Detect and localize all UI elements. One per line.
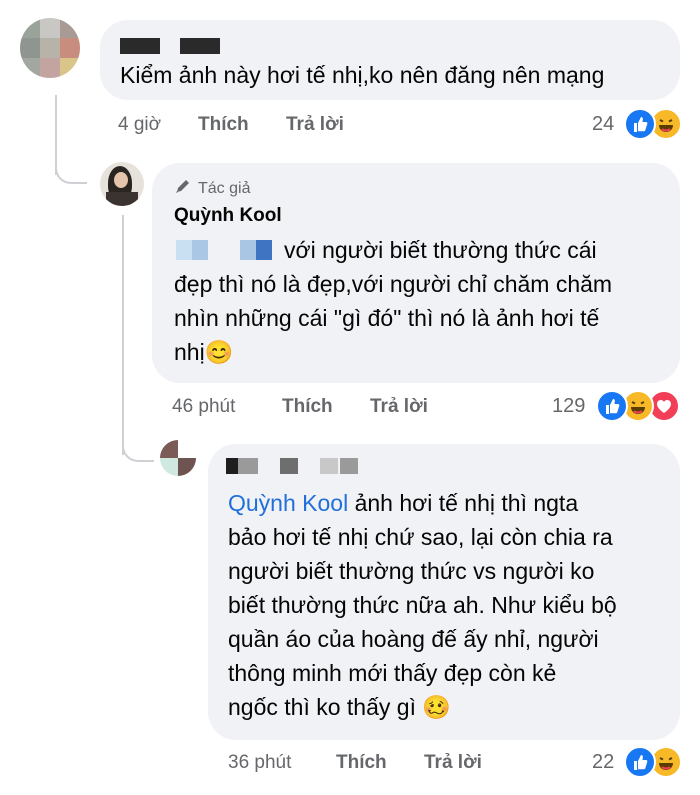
- like-button[interactable]: Thích: [282, 396, 333, 418]
- blurred-author-name: [226, 458, 238, 474]
- avatar[interactable]: [20, 18, 80, 78]
- reaction-count[interactable]: 24: [592, 113, 614, 136]
- comment-time[interactable]: 4 giờ: [118, 114, 161, 136]
- comment-text-line: thông minh mới thấy đẹp còn kẻ: [228, 660, 557, 686]
- author-name[interactable]: Quỳnh Kool: [174, 205, 282, 227]
- comment-text-line: bảo hơi tế nhị chứ sao, lại còn chia ra: [228, 524, 613, 550]
- comment-bubble: Quỳnh Kool ảnh hơi tế nhị thì ngta bảo h…: [208, 444, 680, 740]
- reply-button[interactable]: Trả lời: [286, 114, 344, 136]
- reaction-count[interactable]: 22: [592, 751, 614, 774]
- like-icon[interactable]: [596, 390, 628, 422]
- comment-text-end: nhị: [174, 339, 205, 365]
- comment-time[interactable]: 46 phút: [172, 396, 235, 418]
- blurred-mention: [192, 240, 208, 260]
- comment-text-line: ngốc thì ko thấy gì 🥴: [228, 690, 451, 724]
- avatar[interactable]: [160, 440, 196, 476]
- comment-text: Kiểm ảnh này hơi tế nhị,ko nên đăng nên …: [120, 62, 605, 88]
- comment-text-line: Quỳnh Kool ảnh hơi tế nhị thì ngta: [228, 486, 578, 520]
- like-icon[interactable]: [624, 108, 656, 140]
- blurred-author-name: [280, 458, 298, 474]
- thread-line: [122, 215, 124, 455]
- reply-button[interactable]: Trả lời: [370, 396, 428, 418]
- comment-text-line: nhìn những cái "gì đó" thì nó là ảnh hơi…: [174, 305, 600, 331]
- comment-bubble: Kiểm ảnh này hơi tế nhị,ko nên đăng nên …: [100, 20, 680, 100]
- pen-icon: [174, 177, 192, 200]
- blurred-author-name: [238, 458, 258, 474]
- blurred-author-name: [180, 38, 220, 54]
- like-button[interactable]: Thích: [336, 752, 387, 774]
- comment-time[interactable]: 36 phút: [228, 752, 291, 774]
- comment-bubble: Tác giả Quỳnh Kool với người biết thường…: [152, 163, 680, 383]
- comment-text-line: người biết thường thức vs người ko: [228, 558, 595, 584]
- woozy-emoji-icon: 🥴: [422, 694, 451, 720]
- comment-text-line: đẹp thì nó là đẹp,với người chỉ chăm chă…: [174, 271, 613, 297]
- blurred-author-name: [340, 458, 358, 474]
- comment-text-line: với người biết thường thức cái: [284, 237, 597, 263]
- blurred-mention: [256, 240, 272, 260]
- mention-link[interactable]: Quỳnh Kool: [228, 490, 348, 516]
- author-badge-label: Tác giả: [198, 179, 251, 197]
- comment-text-end: ngốc thì ko thấy gì: [228, 694, 416, 720]
- comment-text-line: nhị😊: [174, 335, 233, 369]
- smile-emoji-icon: 😊: [204, 339, 234, 365]
- like-button[interactable]: Thích: [198, 114, 249, 136]
- comment-text-line: quần áo của hoàng đế ấy nhỉ, người: [228, 626, 599, 652]
- comment-text-line: biết thường thức nữa ah. Như kiểu bộ: [228, 592, 617, 618]
- author-avatar[interactable]: [100, 162, 144, 206]
- blurred-author-name: [120, 38, 160, 54]
- like-icon[interactable]: [624, 746, 656, 778]
- blurred-mention: [240, 240, 256, 260]
- reply-button[interactable]: Trả lời: [424, 752, 482, 774]
- comment-text-start: ảnh hơi tế nhị thì ngta: [348, 490, 579, 516]
- thread-curve: [122, 420, 154, 462]
- thread-curve: [55, 150, 87, 184]
- blurred-author-name: [320, 458, 338, 474]
- blurred-mention: [176, 240, 192, 260]
- author-badge: Tác giả: [174, 177, 250, 200]
- reaction-count[interactable]: 129: [552, 395, 585, 418]
